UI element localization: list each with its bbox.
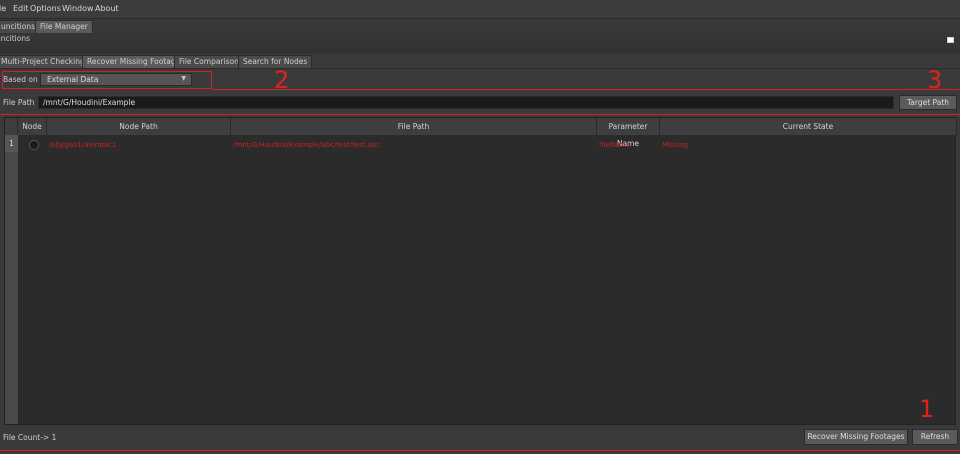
tab-functions[interactable]: uncitions bbox=[0, 20, 40, 33]
target-path-button[interactable]: Target Path bbox=[899, 95, 957, 110]
cell-current-state[interactable]: Missing bbox=[662, 141, 688, 149]
menu-about[interactable]: About bbox=[95, 4, 119, 13]
annotation-line-3 bbox=[0, 114, 960, 115]
table-corner bbox=[5, 118, 18, 135]
file-path-input[interactable]: /mnt/G/Houdini/Example bbox=[38, 96, 894, 109]
annotation-number-3: 3 bbox=[927, 66, 943, 94]
annotation-box-2 bbox=[2, 71, 212, 89]
menu-bar: le Edit Options Window About bbox=[0, 0, 960, 19]
menu-file[interactable]: le bbox=[0, 4, 6, 13]
panel-title-bar: uncitions bbox=[0, 33, 960, 46]
row-number[interactable]: 1 bbox=[5, 135, 18, 152]
file-path-label: File Path bbox=[3, 98, 35, 107]
column-header-node[interactable]: Node bbox=[18, 118, 47, 135]
annotation-number-1: 1 bbox=[919, 395, 935, 423]
function-tab-row: Multi-Project Checking Recover Missing F… bbox=[0, 54, 960, 69]
panel-spacer bbox=[0, 46, 960, 54]
top-tab-row: uncitions File Manager bbox=[0, 19, 960, 33]
menu-window[interactable]: Window bbox=[62, 4, 94, 13]
cell-file-path[interactable]: /mnt/G/Houdini/Example/abc/test/test.abc bbox=[233, 141, 380, 149]
menu-options[interactable]: Options bbox=[30, 4, 61, 13]
menu-edit[interactable]: Edit bbox=[13, 4, 29, 13]
results-table: Node Node Path File Path Parameter Name … bbox=[4, 117, 957, 425]
annotation-line-2 bbox=[212, 89, 960, 90]
column-header-file-path[interactable]: File Path bbox=[231, 118, 597, 135]
column-header-current-state[interactable]: Current State bbox=[660, 118, 957, 135]
file-path-value: /mnt/G/Houdini/Example bbox=[43, 98, 136, 107]
file-path-row: File Path /mnt/G/Houdini/Example bbox=[0, 93, 960, 112]
tab-file-manager[interactable]: File Manager bbox=[35, 20, 93, 33]
tab-multi-project-checking[interactable]: Multi-Project Checking bbox=[0, 55, 90, 68]
float-window-icon[interactable] bbox=[947, 37, 954, 43]
tab-file-comparison[interactable]: File Comparison bbox=[174, 55, 244, 68]
cell-node-path[interactable]: /obj/geo1/alembic1 bbox=[49, 141, 116, 149]
file-count-label: File Count-> 1 bbox=[3, 433, 57, 442]
recover-missing-footages-button[interactable]: Recover Missing Footages bbox=[804, 429, 908, 445]
node-type-icon bbox=[29, 140, 39, 150]
annotation-number-2: 2 bbox=[274, 66, 290, 94]
panel-title: uncitions bbox=[0, 34, 30, 43]
cell-parameter-name[interactable]: fileName bbox=[599, 141, 630, 149]
column-header-parameter-name[interactable]: Parameter Name bbox=[597, 118, 660, 148]
column-header-node-path[interactable]: Node Path bbox=[47, 118, 231, 135]
annotation-line-1 bbox=[0, 450, 960, 451]
row-header-strip bbox=[5, 135, 19, 424]
refresh-button[interactable]: Refresh bbox=[912, 429, 958, 445]
